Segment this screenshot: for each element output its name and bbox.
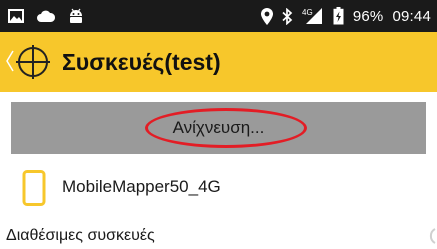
device-list-item[interactable]: MobileMapper50_4G bbox=[0, 161, 437, 213]
device-name: MobileMapper50_4G bbox=[62, 177, 221, 196]
svg-text:4G: 4G bbox=[302, 8, 313, 17]
signal-icon: 4G bbox=[302, 7, 324, 25]
battery-percent: 96% bbox=[352, 7, 384, 25]
status-bar-system: 4G 96% 09:44 bbox=[260, 0, 431, 32]
crosshair-logo-icon[interactable] bbox=[14, 43, 52, 81]
cloud-icon bbox=[36, 9, 56, 23]
available-devices-header: Διαθέσιμες συσκευές bbox=[6, 227, 155, 244]
status-bar: 4G 96% 09:44 bbox=[0, 0, 437, 32]
android-icon bbox=[68, 8, 84, 24]
scan-button[interactable]: Ανίχνευση... bbox=[11, 102, 426, 154]
battery-icon bbox=[333, 7, 344, 25]
loading-spinner-icon bbox=[429, 228, 436, 244]
page-title: Συσκευές(test) bbox=[62, 49, 221, 75]
app-bar: Συσκευές(test) bbox=[0, 32, 437, 92]
location-icon bbox=[260, 7, 273, 25]
status-bar-notifications bbox=[8, 0, 84, 32]
bluetooth-icon bbox=[282, 7, 293, 25]
scan-button-label: Ανίχνευση... bbox=[172, 118, 265, 137]
gallery-icon bbox=[8, 9, 24, 23]
clock: 09:44 bbox=[392, 7, 431, 25]
phone-icon bbox=[22, 170, 46, 206]
